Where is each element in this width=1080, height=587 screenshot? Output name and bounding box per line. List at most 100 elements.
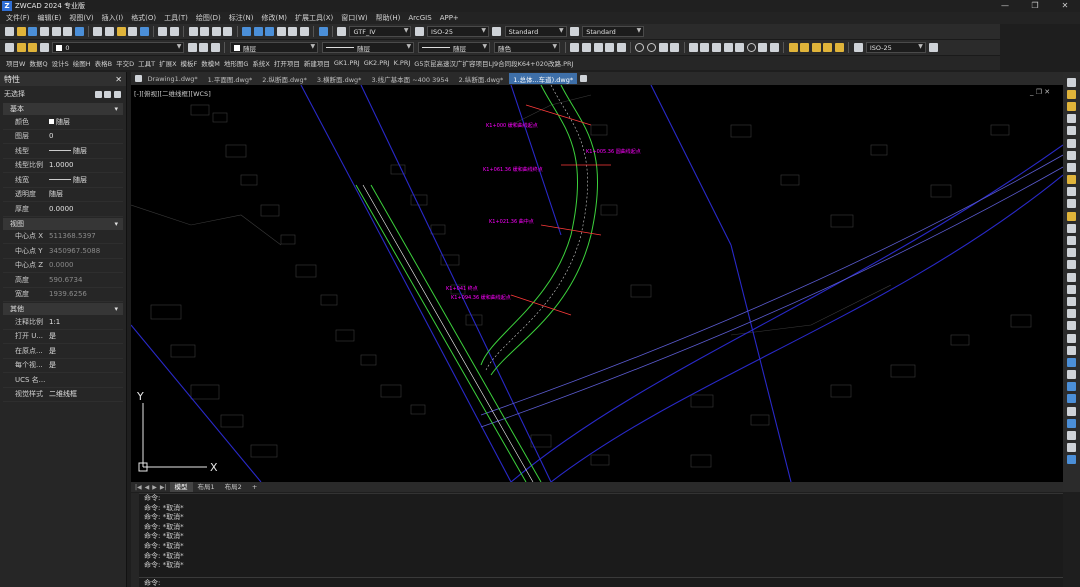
join-icon[interactable]	[1067, 418, 1076, 428]
open-file-icon[interactable]	[16, 27, 26, 36]
chamfer-icon[interactable]	[1067, 431, 1076, 441]
prop-row[interactable]: 中心点 X 511368.5397	[3, 230, 123, 244]
zoom-realtime-icon[interactable]	[200, 27, 210, 36]
polygon-icon[interactable]	[1067, 101, 1076, 111]
erase-icon[interactable]	[1067, 272, 1076, 282]
redo-icon[interactable]	[170, 27, 180, 36]
table-style-select[interactable]: Standard ▼	[504, 26, 567, 37]
spline-icon[interactable]	[1067, 162, 1076, 172]
markup-icon[interactable]	[288, 27, 298, 36]
first-layout-icon[interactable]: |◀	[135, 484, 142, 491]
proj-file-gk2[interactable]: GK2.PRJ	[364, 59, 394, 67]
menu-draw[interactable]: 绘图(D)	[192, 13, 225, 23]
prop-row[interactable]: 在原点... 是	[3, 344, 123, 359]
menu-help[interactable]: 帮助(H)	[372, 13, 405, 23]
doc-tab[interactable]: 2.纵断面.dwg*	[455, 73, 508, 84]
rectangle-icon[interactable]	[1067, 114, 1076, 124]
proj-menu-template[interactable]: 模板F	[181, 58, 202, 68]
close-icon[interactable]: ✕	[115, 75, 122, 84]
print-icon[interactable]	[51, 27, 61, 36]
layer-previous-icon[interactable]	[199, 43, 209, 52]
viewport-controls-label[interactable]: [-][俯视][二维线框][WCS]	[134, 88, 211, 98]
mleader-style-select[interactable]: Standard ▼	[582, 26, 645, 37]
dim-style-apply-icon[interactable]	[929, 43, 939, 52]
section-basic[interactable]: 基本 ▾	[3, 103, 123, 115]
array-icon[interactable]	[1067, 321, 1076, 331]
print-preview-icon[interactable]	[63, 27, 73, 36]
menu-view[interactable]: 视图(V)	[65, 13, 97, 23]
zoom-previous-icon[interactable]	[223, 27, 233, 36]
design-center-icon[interactable]	[253, 27, 263, 36]
menu-arcgis[interactable]: ArcGIS	[404, 14, 435, 22]
offset-icon[interactable]	[1067, 309, 1076, 319]
prop-row[interactable]: 注释比例 1:1	[3, 315, 123, 330]
block-editor-icon[interactable]	[139, 27, 149, 36]
dim-text-edit-icon[interactable]	[800, 43, 810, 52]
menu-app-plus[interactable]: APP+	[436, 14, 463, 22]
tab-layout1[interactable]: 布局1	[193, 482, 220, 492]
dim-update-icon[interactable]	[811, 43, 821, 52]
prop-row[interactable]: 图层 0	[3, 130, 123, 144]
selection-dropdown[interactable]: 无选择	[4, 89, 25, 99]
publish-icon[interactable]	[74, 27, 84, 36]
lineweight-select[interactable]: 随层 ▼	[418, 42, 491, 53]
proj-file-gk1[interactable]: GK1.PRJ	[334, 59, 364, 67]
move-icon[interactable]	[1067, 333, 1076, 343]
minimize-button[interactable]: —	[990, 0, 1020, 12]
tool-palette-icon[interactable]	[265, 27, 275, 36]
properties-icon[interactable]	[241, 27, 251, 36]
menu-insert[interactable]: 插入(I)	[98, 13, 128, 23]
dim-radius-icon[interactable]	[616, 43, 626, 52]
proj-file-g5[interactable]: G5京昆高速汉广扩容项目LJ9合同段K64+020改路.PRJ	[414, 58, 577, 68]
layer-select[interactable]: 0 ▼	[52, 42, 185, 53]
prop-row[interactable]: 线型 随层	[3, 144, 123, 159]
prop-row[interactable]: 线型比例 1.0000	[3, 159, 123, 173]
doc-tab-active[interactable]: 1.总体...车道).dwg*	[509, 73, 578, 84]
rotate-icon[interactable]	[1067, 345, 1076, 355]
menu-window[interactable]: 窗口(W)	[337, 13, 371, 23]
plot-style-select[interactable]: 随色 ▼	[494, 42, 561, 53]
prop-row[interactable]: 中心点 Z 0.0000	[3, 259, 123, 273]
sheet-set-icon[interactable]	[276, 27, 286, 36]
copy-object-icon[interactable]	[1067, 284, 1076, 294]
menu-extension-tools[interactable]: 扩展工具(X)	[291, 13, 337, 23]
help-icon[interactable]	[318, 27, 328, 36]
command-window-handle[interactable]	[131, 493, 139, 587]
proj-menu-extension[interactable]: 扩展X	[159, 58, 180, 68]
last-layout-icon[interactable]: ▶|	[160, 484, 167, 491]
doc-tab[interactable]: Drawing1.dwg*	[144, 73, 202, 84]
proj-new-project[interactable]: 新建项目	[304, 58, 334, 68]
quick-select-icon[interactable]	[94, 90, 102, 98]
dim-edit-icon[interactable]	[788, 43, 798, 52]
command-input[interactable]: 命令:	[131, 577, 1063, 587]
prop-row[interactable]: UCS 名...	[3, 373, 123, 388]
doc-tab[interactable]: 1.平面图.dwg*	[204, 73, 257, 84]
explode-icon[interactable]	[1067, 455, 1076, 465]
proj-menu-drawing[interactable]: 绘图H	[73, 58, 95, 68]
prev-layout-icon[interactable]: ◀	[145, 484, 150, 491]
select-objects-icon[interactable]	[104, 90, 112, 98]
prop-row[interactable]: 宽度 1939.6256	[3, 288, 123, 302]
proj-menu-intersection[interactable]: 平交D	[116, 58, 138, 68]
text-style-select[interactable]: GTF_IV ▼	[349, 26, 412, 37]
layer-manager-icon[interactable]	[5, 43, 15, 52]
proj-open-project[interactable]: 打开项目	[274, 58, 304, 68]
calculator-icon[interactable]	[299, 27, 309, 36]
proj-menu-table[interactable]: 表格B	[95, 58, 116, 68]
proj-menu-data[interactable]: 数据Q	[29, 58, 51, 68]
tab-model[interactable]: 模型	[169, 482, 193, 492]
dim-aligned-icon[interactable]	[582, 43, 592, 52]
center-mark-icon[interactable]	[746, 43, 756, 52]
dim-diameter-icon[interactable]	[635, 43, 645, 52]
add-layout-tab[interactable]: +	[247, 482, 262, 492]
menu-dimension[interactable]: 标注(N)	[225, 13, 258, 23]
prop-row[interactable]: 视觉样式 二维线框	[3, 388, 123, 402]
proj-file-k[interactable]: K.PRJ	[394, 59, 415, 67]
prop-row[interactable]: 每个视... 是	[3, 359, 123, 373]
cut-icon[interactable]	[93, 27, 103, 36]
menu-tools[interactable]: 工具(T)	[160, 13, 192, 23]
copy-icon[interactable]	[105, 27, 115, 36]
jogged-linear-icon[interactable]	[769, 43, 779, 52]
dim-ordinate-icon[interactable]	[605, 43, 615, 52]
inspection-icon[interactable]	[758, 43, 768, 52]
